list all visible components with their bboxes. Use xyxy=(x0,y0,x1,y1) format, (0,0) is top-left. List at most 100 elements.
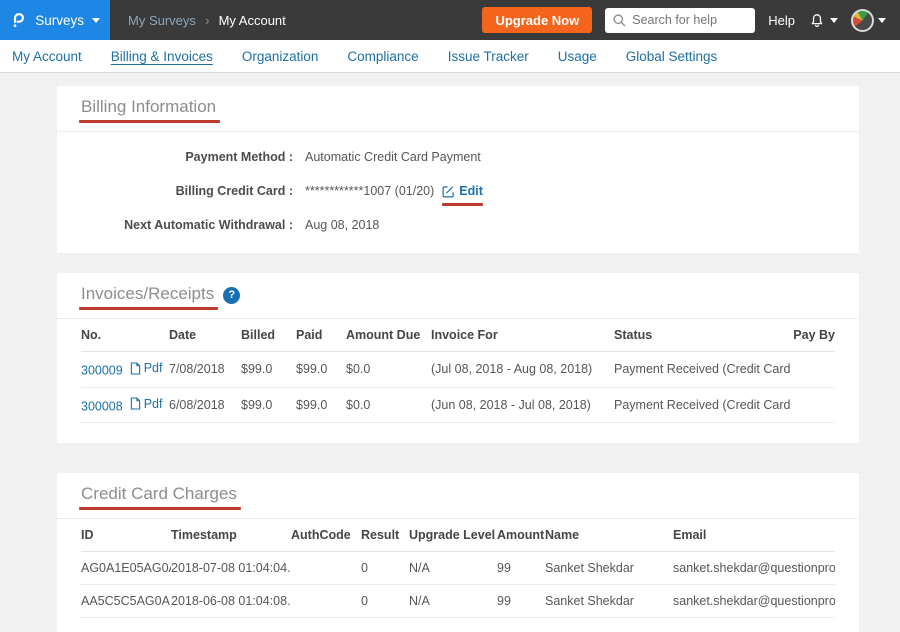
charge-name-cell: Sanket Shekdar xyxy=(545,552,673,585)
payment-method-label: Payment Method : xyxy=(81,147,293,167)
charge-timestamp-cell: 2018-07-08 01:04:04.0 xyxy=(171,552,291,585)
charge-row: AA5C5C5AG0A 2018-06-08 01:04:08.0 0 N/A … xyxy=(81,585,835,618)
product-label: Surveys xyxy=(35,13,84,28)
annotation-underline xyxy=(79,307,218,310)
charge-authcode-cell xyxy=(291,585,361,618)
account-menu[interactable] xyxy=(851,9,886,32)
charge-id-cell: AA5C5C5AG0A xyxy=(81,585,171,618)
tab-global-settings[interactable]: Global Settings xyxy=(626,49,718,64)
credit-card-charges-header: Credit Card Charges xyxy=(57,473,859,519)
breadcrumb-parent[interactable]: My Surveys xyxy=(128,13,196,28)
payment-method-value: Automatic Credit Card Payment xyxy=(305,147,481,167)
invoices-receipts-card: Invoices/Receipts ? No. Date Billed Paid… xyxy=(57,273,859,443)
product-switcher[interactable]: Surveys xyxy=(0,0,110,40)
top-header: Surveys My Surveys › My Account Upgrade … xyxy=(0,0,900,40)
col-upgrade-level: Upgrade Level xyxy=(409,519,497,552)
invoice-paid-cell: $99.0 xyxy=(296,387,346,423)
invoice-amount-due-cell: $0.0 xyxy=(346,352,431,388)
notifications-button[interactable] xyxy=(808,11,838,30)
invoice-paid-cell: $99.0 xyxy=(296,352,346,388)
credit-card-charges-card: Credit Card Charges ID Timestamp AuthCod… xyxy=(57,473,859,632)
invoice-pdf-link[interactable]: Pdf xyxy=(130,361,163,375)
pdf-link-label: Pdf xyxy=(144,361,163,375)
search-input[interactable] xyxy=(605,8,755,33)
invoice-number-link[interactable]: 300008 xyxy=(81,399,123,413)
upgrade-now-button[interactable]: Upgrade Now xyxy=(482,7,592,33)
charge-timestamp-cell: 2018-06-08 01:04:08.0 xyxy=(171,585,291,618)
col-result: Result xyxy=(361,519,409,552)
charge-name-cell: Sanket Shekdar xyxy=(545,585,673,618)
help-search xyxy=(605,8,755,33)
avatar xyxy=(851,9,874,32)
col-timestamp: Timestamp xyxy=(171,519,291,552)
card-number-masked: ************1007 (01/20) xyxy=(305,181,434,201)
next-withdrawal-row: Next Automatic Withdrawal : Aug 08, 2018 xyxy=(81,215,835,235)
col-billed: Billed xyxy=(241,319,296,352)
invoice-status-cell: Payment Received (Credit Card) xyxy=(614,352,791,388)
charge-row: AG0A1E05AG0A 2018-07-08 01:04:04.0 0 N/A… xyxy=(81,552,835,585)
col-status: Status xyxy=(614,319,791,352)
credit-card-charges-table: ID Timestamp AuthCode Result Upgrade Lev… xyxy=(81,519,835,618)
col-email: Email xyxy=(673,519,835,552)
invoice-number-link[interactable]: 300009 xyxy=(81,364,123,378)
breadcrumb-current: My Account xyxy=(219,13,286,28)
charge-id-cell: AG0A1E05AG0A xyxy=(81,552,171,585)
invoice-no-cell: 300009 Pdf xyxy=(81,352,169,388)
invoice-pay-by-cell xyxy=(791,352,835,388)
search-icon xyxy=(612,13,627,28)
tab-organization[interactable]: Organization xyxy=(242,49,319,64)
invoice-status-cell: Payment Received (Credit Card) xyxy=(614,387,791,423)
tab-compliance[interactable]: Compliance xyxy=(347,49,418,64)
col-invoice-for: Invoice For xyxy=(431,319,614,352)
invoice-pdf-link[interactable]: Pdf xyxy=(130,397,163,411)
invoice-no-cell: 300008 Pdf xyxy=(81,387,169,423)
chevron-down-icon xyxy=(878,18,886,23)
billing-information-header: Billing Information xyxy=(57,86,859,132)
annotation-underline xyxy=(79,507,241,510)
tab-issue-tracker[interactable]: Issue Tracker xyxy=(448,49,529,64)
invoice-pay-by-cell xyxy=(791,387,835,423)
edit-card-link[interactable]: Edit xyxy=(442,181,483,201)
invoice-date-cell: 6/08/2018 xyxy=(169,387,241,423)
pdf-link-label: Pdf xyxy=(144,397,163,411)
annotation-underline xyxy=(79,120,220,123)
next-withdrawal-value: Aug 08, 2018 xyxy=(305,215,379,235)
annotation-underline xyxy=(442,203,483,206)
charge-email-cell: sanket.shekdar@questionpro.com xyxy=(673,585,835,618)
tab-my-account[interactable]: My Account xyxy=(12,49,82,64)
invoices-receipts-header: Invoices/Receipts ? xyxy=(57,273,859,319)
invoice-for-cell: (Jul 08, 2018 - Aug 08, 2018) xyxy=(431,352,614,388)
col-pay-by: Pay By xyxy=(791,319,835,352)
pdf-file-icon xyxy=(130,397,141,410)
col-authcode: AuthCode xyxy=(291,519,361,552)
section-title-billing-information: Billing Information xyxy=(81,97,216,116)
chevron-down-icon xyxy=(92,18,100,23)
col-amount-due: Amount Due xyxy=(346,319,431,352)
charge-email-cell: sanket.shekdar@questionpro.com xyxy=(673,552,835,585)
pdf-file-icon xyxy=(130,362,141,375)
invoice-row: 300009Pdf 7/08/2018 $99.0 $99.0 $0.0 (Ju… xyxy=(81,352,835,388)
tab-billing-invoices[interactable]: Billing & Invoices xyxy=(111,49,213,64)
billing-information-body: Payment Method : Automatic Credit Card P… xyxy=(57,132,859,253)
help-link[interactable]: Help xyxy=(768,13,795,28)
invoice-row: 300008 Pdf 6/08/2018 $99.0 $99.0 $0.0 (Ju… xyxy=(81,387,835,423)
invoice-billed-cell: $99.0 xyxy=(241,387,296,423)
tab-usage[interactable]: Usage xyxy=(558,49,597,64)
charges-header-row: ID Timestamp AuthCode Result Upgrade Lev… xyxy=(81,519,835,552)
col-name: Name xyxy=(545,519,673,552)
billing-credit-card-row: Billing Credit Card : ************1007 (… xyxy=(81,181,835,201)
edit-pencil-icon xyxy=(442,185,455,198)
breadcrumb: My Surveys › My Account xyxy=(128,12,286,28)
section-title-credit-card-charges: Credit Card Charges xyxy=(81,484,237,503)
invoice-amount-due-cell: $0.0 xyxy=(346,387,431,423)
chevron-down-icon xyxy=(830,18,838,23)
edit-link-label: Edit xyxy=(459,181,483,201)
charge-amount-cell: 99 xyxy=(497,585,545,618)
charge-amount-cell: 99 xyxy=(497,552,545,585)
billing-information-card: Billing Information Payment Method : Aut… xyxy=(57,86,859,253)
col-date: Date xyxy=(169,319,241,352)
invoice-for-cell: (Jun 08, 2018 - Jul 08, 2018) xyxy=(431,387,614,423)
billing-credit-card-value: ************1007 (01/20) Edit xyxy=(305,181,483,201)
help-circle-icon[interactable]: ? xyxy=(223,287,240,304)
invoice-date-cell: 7/08/2018 xyxy=(169,352,241,388)
